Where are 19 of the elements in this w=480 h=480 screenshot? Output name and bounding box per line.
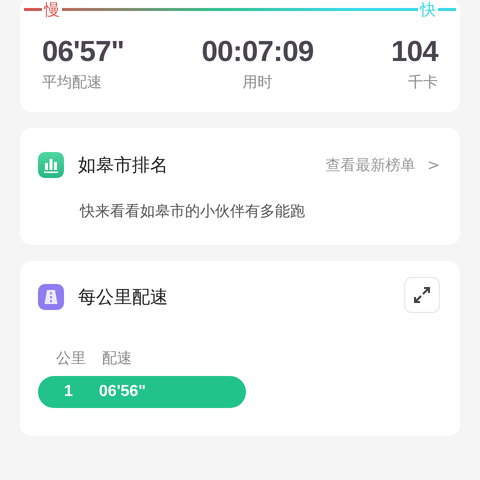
stat-value: 00:07:09 <box>202 36 314 69</box>
road-icon <box>38 284 64 310</box>
expand-button[interactable] <box>404 277 440 313</box>
slow-label: 慢 <box>42 0 62 18</box>
stat-label: 千卡 <box>408 73 438 92</box>
ranking-description: 快来看看如皋市的小伙伴有多能跑 <box>78 201 306 222</box>
column-header: 公里 <box>56 349 86 368</box>
expand-icon <box>412 285 432 305</box>
fast-label: 快 <box>418 0 438 18</box>
stat-label: 用时 <box>242 73 273 92</box>
card-title: 每公里配速 <box>78 286 169 309</box>
stat-value: 06'57" <box>42 36 124 69</box>
stat-label: 平均配速 <box>42 73 103 92</box>
pace-bar: 1 06'56" <box>38 376 246 408</box>
card-title: 如皋市排名 <box>78 154 169 177</box>
column-header: 配速 <box>102 349 132 368</box>
stat-value: 104 <box>391 36 438 69</box>
bar-chart-icon <box>38 152 64 178</box>
leaderboard-link[interactable]: 查看最新榜单 > <box>325 156 440 174</box>
